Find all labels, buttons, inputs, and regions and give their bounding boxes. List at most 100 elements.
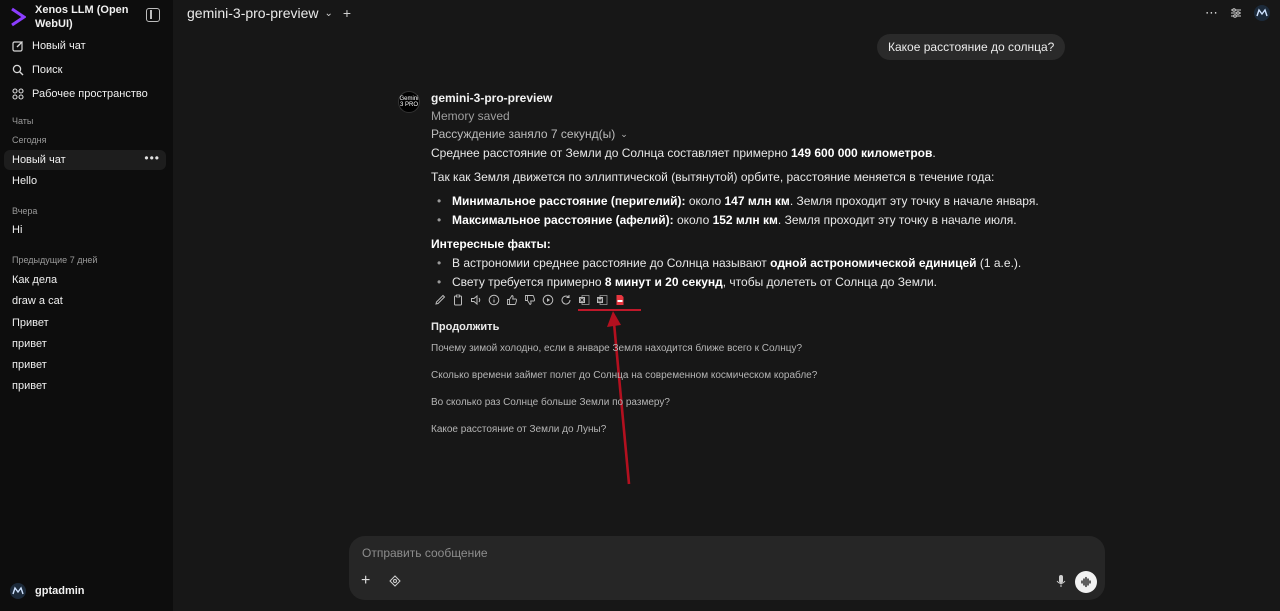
new-chat-label: Новый чат <box>32 40 86 52</box>
copy-icon[interactable] <box>451 293 464 306</box>
assistant-avatar: Gemini 3 PRO <box>398 91 420 113</box>
tools-icon[interactable] <box>389 575 401 587</box>
text-run: В астрономии среднее расстояние до Солнц… <box>452 256 771 270</box>
text-run: (1 а.е.). <box>976 256 1022 270</box>
bold-run: 147 млн км <box>724 194 790 208</box>
thumbs-down-icon[interactable] <box>523 293 536 306</box>
suggestion-item[interactable]: Почему зимой холодно, если в январе Земл… <box>431 343 802 354</box>
bold-run: 8 минут и 20 секунд <box>604 275 723 289</box>
workspace-grid-icon <box>12 88 24 100</box>
search-button[interactable]: Поиск <box>4 59 164 81</box>
bold-run: 152 млн км <box>712 213 778 227</box>
chat-item[interactable]: привет <box>4 355 166 375</box>
continue-heading: Продолжить <box>431 321 500 333</box>
chat-item[interactable]: draw a cat <box>4 291 166 311</box>
text-run: . Земля проходит эту точку в начале июля… <box>777 213 1017 227</box>
regenerate-icon[interactable] <box>559 293 572 306</box>
chat-item-label: Новый чат <box>12 154 66 166</box>
text-run: около <box>685 194 725 208</box>
excel-export-icon[interactable] <box>577 293 590 306</box>
assistant-name: gemini-3-pro-preview <box>431 91 553 105</box>
chat-item-label: привет <box>12 338 47 350</box>
chat-more-icon[interactable]: ••• <box>144 152 160 164</box>
edit-icon[interactable] <box>433 293 446 306</box>
top-right-controls: ⋯ <box>1205 5 1270 21</box>
word-export-icon[interactable] <box>595 293 608 306</box>
chat-item-label: Hi <box>12 224 23 236</box>
model-selector[interactable]: gemini-3-pro-preview ⌄ + <box>187 5 351 21</box>
message-actions <box>433 293 626 306</box>
user-name: gptadmin <box>35 585 85 597</box>
suggestion-item[interactable]: Сколько времени займет полет до Солнца н… <box>431 370 817 381</box>
pdf-export-icon[interactable] <box>613 293 626 306</box>
user-avatar-icon[interactable] <box>1254 5 1270 21</box>
text-run: . Земля проходит эту точку в начале янва… <box>789 194 1039 208</box>
chat-item[interactable]: Hello <box>4 171 166 191</box>
suggestion-item[interactable]: Во сколько раз Солнце больше Земли по ра… <box>431 397 670 408</box>
memory-status: Memory saved <box>431 109 510 123</box>
more-horizontal-icon[interactable]: ⋯ <box>1205 5 1218 21</box>
brand-logo-icon <box>11 7 26 27</box>
chat-item-label: draw a cat <box>12 295 63 307</box>
group-label-yesterday: Вчера <box>12 206 38 216</box>
voice-mode-button[interactable] <box>1075 571 1097 593</box>
chat-item[interactable]: Новый чат ••• <box>4 150 166 170</box>
speaker-icon[interactable] <box>469 293 482 306</box>
group-label-prev7: Предыдущие 7 дней <box>12 255 98 265</box>
chevron-down-icon[interactable]: ⌄ <box>325 8 333 19</box>
list-item: Минимальное расстояние (перигелий): окол… <box>437 194 1039 208</box>
avatar <box>10 583 26 599</box>
app-title: Xenos LLM (Open WebUI) <box>35 4 129 30</box>
chat-item-label: Как дела <box>12 274 58 286</box>
bold-run: Минимальное расстояние (перигелий): <box>452 194 686 208</box>
new-chat-button[interactable]: Новый чат <box>4 35 164 57</box>
brand[interactable]: Xenos LLM (Open WebUI) <box>8 3 168 33</box>
sidebar-toggle-icon[interactable] <box>146 8 160 22</box>
add-model-button[interactable]: + <box>343 5 351 21</box>
waveform-icon <box>1081 576 1091 588</box>
text-run: Среднее расстояние от Земли до Солнца со… <box>431 146 791 160</box>
reasoning-toggle[interactable]: Рассуждение заняло 7 секунд(ы) ⌄ <box>431 127 628 141</box>
settings-sliders-icon[interactable] <box>1230 7 1242 19</box>
answer-paragraph: Среднее расстояние от Земли до Солнца со… <box>431 146 936 160</box>
chat-item-label: Привет <box>12 317 49 329</box>
thumbs-up-icon[interactable] <box>505 293 518 306</box>
chat-item[interactable]: Hi <box>4 220 166 240</box>
chat-item[interactable]: Привет <box>4 313 166 333</box>
chevron-down-icon: ⌄ <box>620 128 628 139</box>
user-menu[interactable]: gptadmin <box>10 583 85 599</box>
chat-item-label: привет <box>12 380 47 392</box>
reasoning-label: Рассуждение заняло 7 секунд(ы) <box>431 127 616 141</box>
bold-run: 149 600 000 километров <box>790 146 933 160</box>
text-run: , чтобы долететь от Солнца до Земли. <box>722 275 937 289</box>
text-run: . <box>932 146 936 160</box>
workspace-button[interactable]: Рабочее пространство <box>4 83 164 105</box>
chat-item[interactable]: привет <box>4 376 166 396</box>
attach-button[interactable]: + <box>361 573 370 589</box>
list-item: Свету требуется примерно 8 минут и 20 се… <box>437 275 937 289</box>
sidebar: Xenos LLM (Open WebUI) Новый чат Поиск Р… <box>0 0 173 611</box>
info-icon[interactable] <box>487 293 500 306</box>
chat-item-label: привет <box>12 359 47 371</box>
model-name: gemini-3-pro-preview <box>187 5 319 21</box>
workspace-label: Рабочее пространство <box>32 88 148 100</box>
chat-item-label: Hello <box>12 175 38 187</box>
suggestion-item[interactable]: Какое расстояние от Земли до Луны? <box>431 424 606 435</box>
user-message: Какое расстояние до солнца? <box>877 34 1066 60</box>
microphone-icon[interactable] <box>1055 574 1067 588</box>
bold-run: одной астрономической единицей <box>770 256 977 270</box>
message-input[interactable] <box>362 546 962 560</box>
bold-run: Максимальное расстояние (афелий): <box>452 213 674 227</box>
message-composer: + <box>349 536 1105 600</box>
search-icon <box>12 64 24 76</box>
list-item: Максимальное расстояние (афелий): около … <box>437 213 1017 227</box>
chat-item[interactable]: Как дела <box>4 270 166 290</box>
continue-play-icon[interactable] <box>541 293 554 306</box>
chat-item[interactable]: привет <box>4 334 166 354</box>
facts-heading: Интересные факты: <box>431 237 551 251</box>
search-label: Поиск <box>32 64 63 76</box>
text-run: около <box>673 213 713 227</box>
list-item: В астрономии среднее расстояние до Солнц… <box>437 256 1021 270</box>
answer-paragraph: Так как Земля движется по эллиптической … <box>431 170 995 184</box>
bold-run: Интересные факты: <box>431 237 551 251</box>
